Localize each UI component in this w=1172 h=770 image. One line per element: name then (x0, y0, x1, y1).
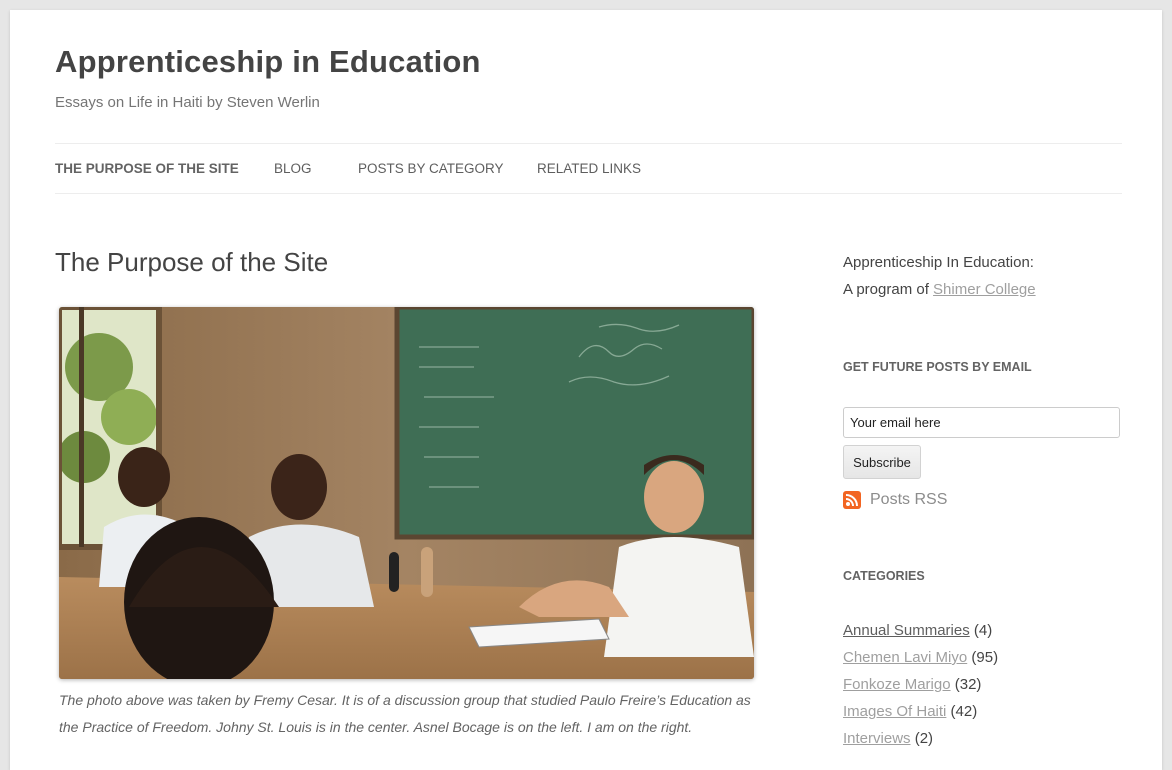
email-widget-title: GET FUTURE POSTS BY EMAIL (843, 360, 1032, 374)
sidebar-program-line: A program of Shimer College (843, 276, 1036, 303)
site-title[interactable]: Apprenticeship in Education (55, 44, 481, 80)
sidebar-intro: Apprenticeship In Education: A program o… (843, 249, 1036, 303)
rss-icon[interactable] (843, 491, 861, 509)
category-link[interactable]: Fonkoze Marigo (843, 676, 951, 693)
subscribe-button[interactable]: Subscribe (843, 445, 921, 479)
site-description: Essays on Life in Haiti by Steven Werlin (55, 94, 320, 111)
nav-item-purpose[interactable]: THE PURPOSE OF THE SITE (55, 161, 239, 176)
nav-item-posts-by-category[interactable]: POSTS BY CATEGORY (358, 161, 504, 176)
program-prefix: A program of (843, 281, 934, 298)
email-input[interactable] (843, 407, 1120, 438)
sidebar-intro-line: Apprenticeship In Education: (843, 254, 1034, 271)
posts-rss-link[interactable]: Posts RSS (870, 491, 947, 509)
page: Apprenticeship in Education Essays on Li… (10, 10, 1162, 770)
category-link[interactable]: Chemen Lavi Miyo (843, 649, 967, 666)
category-link[interactable]: Annual Summaries (843, 622, 970, 639)
main-navigation: THE PURPOSE OF THE SITE BLOG POSTS BY CA… (55, 143, 1122, 194)
category-item: Chemen Lavi Miyo (95) (843, 644, 998, 671)
page-title: The Purpose of the Site (55, 247, 329, 277)
category-count: (4) (973, 622, 993, 639)
nav-item-related-links[interactable]: RELATED LINKS (537, 161, 641, 176)
category-count: (32) (954, 676, 982, 693)
photo-caption: The photo above was taken by Fremy Cesar… (59, 692, 751, 735)
category-link[interactable]: Images Of Haiti (843, 703, 946, 720)
category-count: (95) (971, 649, 999, 666)
categories-list: Annual Summaries (4) Chemen Lavi Miyo (9… (843, 617, 998, 752)
category-link[interactable]: Interviews (843, 730, 911, 747)
category-item: Annual Summaries (4) (843, 617, 998, 644)
discussion-group-photo (59, 307, 754, 679)
nav-item-blog[interactable]: BLOG (274, 161, 312, 176)
category-count: (2) (914, 730, 934, 747)
category-item: Fonkoze Marigo (32) (843, 671, 998, 698)
shimer-college-link[interactable]: Shimer College (933, 281, 1036, 298)
rss-feed: Posts RSS (843, 491, 947, 509)
category-item: Interviews (2) (843, 725, 998, 752)
category-count: (42) (950, 703, 978, 720)
categories-title: CATEGORIES (843, 569, 925, 583)
category-item: Images Of Haiti (42) (843, 698, 998, 725)
